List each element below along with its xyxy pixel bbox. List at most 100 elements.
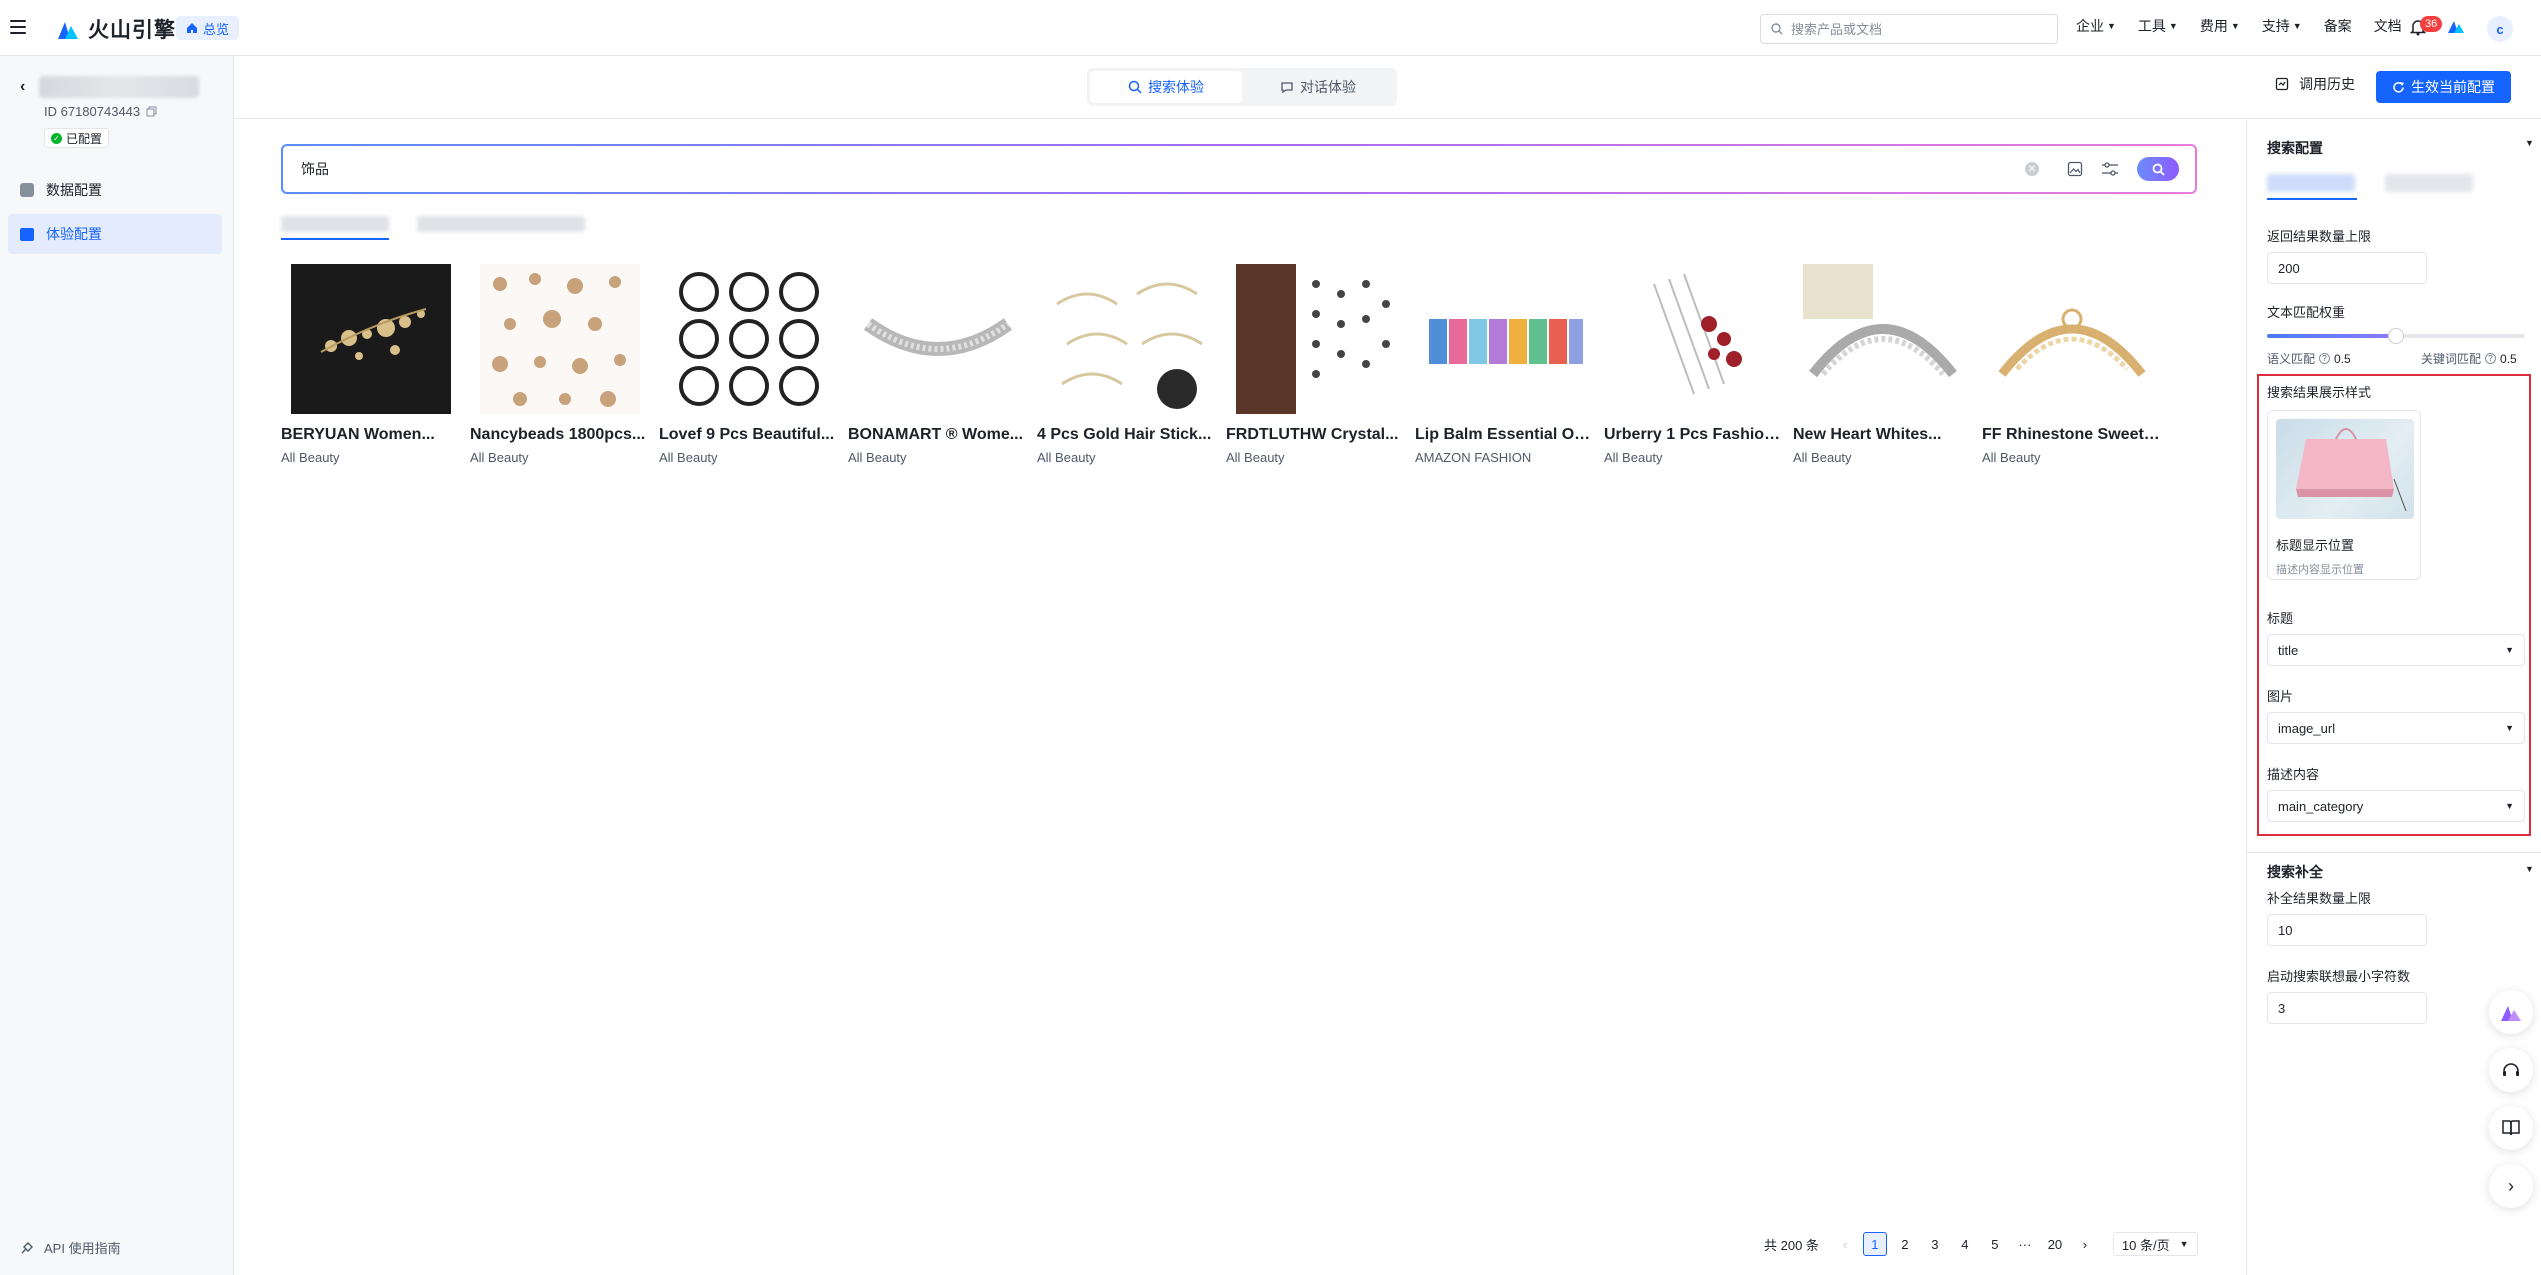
image-field-select[interactable]: image_url ▼ xyxy=(2267,712,2525,744)
page-button[interactable]: 4 xyxy=(1953,1232,1977,1256)
nav-billing[interactable]: 费用 ▼ xyxy=(2200,16,2240,36)
page-ellipsis[interactable]: ··· xyxy=(2013,1232,2037,1256)
copy-icon[interactable] xyxy=(146,106,157,117)
brand-logo[interactable]: 火山引擎 xyxy=(56,14,176,44)
docs-float-button[interactable] xyxy=(2489,1106,2533,1150)
config-tab-blurred-2[interactable] xyxy=(2385,174,2473,192)
product-card[interactable]: Urberry 1 Pcs Fashion... All Beauty xyxy=(1604,264,1793,465)
back-arrow-icon[interactable]: ‹ xyxy=(20,78,25,96)
overview-label: 总览 xyxy=(203,21,230,37)
product-card[interactable]: Lip Balm Essential Oil... AMAZON FASHION xyxy=(1415,264,1604,465)
nav-label: 文档 xyxy=(2373,18,2402,34)
page-button[interactable]: 5 xyxy=(1983,1232,2007,1256)
headset-icon xyxy=(2503,1063,2519,1076)
search-inner: ✕ xyxy=(283,146,2195,192)
total-count: 共 200 条 xyxy=(1764,1237,1819,1253)
nav-label: 备案 xyxy=(2323,18,2352,34)
nav-enterprise[interactable]: 企业 ▼ xyxy=(2076,16,2116,36)
nav-docs[interactable]: 文档 xyxy=(2374,16,2402,36)
product-card[interactable]: Nancybeads 1800pcs... All Beauty xyxy=(470,264,659,465)
next-page-button[interactable]: › xyxy=(2073,1232,2097,1256)
main-content: 搜索体验 对话体验 调用历史 生效当前配置 ✕ xyxy=(235,56,2541,1275)
tab-search-experience[interactable]: 搜索体验 xyxy=(1090,71,1242,103)
product-card[interactable]: BERYUAN Women... All Beauty xyxy=(281,264,470,465)
search-input[interactable] xyxy=(301,161,2025,177)
product-title: BONAMART ® Wome... xyxy=(848,426,1024,443)
clear-icon[interactable]: ✕ xyxy=(2025,162,2039,176)
product-grid: BERYUAN Women... All Beauty Nancybeads 1… xyxy=(281,264,2171,465)
search-submit-button[interactable] xyxy=(2137,157,2179,181)
product-card[interactable]: 4 Pcs Gold Hair Stick... All Beauty xyxy=(1037,264,1226,465)
product-image xyxy=(1992,264,2152,414)
help-icon[interactable]: ? xyxy=(2319,353,2331,364)
api-guide-link[interactable]: API 使用指南 xyxy=(20,1238,121,1257)
product-category: All Beauty xyxy=(1982,450,2041,465)
page-button[interactable]: 1 xyxy=(1862,1232,1887,1256)
collapse-icon[interactable]: ▼ xyxy=(2525,138,2534,148)
prev-page-button[interactable]: ‹ xyxy=(1833,1232,1857,1256)
title-field-select[interactable]: title ▼ xyxy=(2267,634,2525,666)
page-button[interactable]: 3 xyxy=(1923,1232,1947,1256)
product-card[interactable]: FRDTLUTHW Crystal... All Beauty xyxy=(1226,264,1415,465)
brand-name: 火山引擎 xyxy=(88,19,176,42)
chevron-down-icon: ▼ xyxy=(2505,645,2514,655)
page-size-select[interactable]: 10 条/页 ▼ xyxy=(2112,1232,2198,1256)
product-card[interactable]: FF Rhinestone Sweet ... All Beauty xyxy=(1982,264,2171,465)
apply-config-button[interactable]: 生效当前配置 xyxy=(2376,71,2511,103)
semantic-caption: 语义匹配 ? 0.5 xyxy=(2267,350,2351,367)
assistant-logo-icon[interactable] xyxy=(2447,18,2465,34)
nav-support[interactable]: 支持 ▼ xyxy=(2262,16,2302,36)
top-bar: 火山引擎 总览 企业▼ 工具▼ 费用▼ 支持▼ 备案 文档 36 c xyxy=(0,0,2541,56)
result-limit-input[interactable] xyxy=(2267,252,2427,284)
result-tab-blurred-2[interactable] xyxy=(417,216,585,232)
menu-icon[interactable] xyxy=(10,20,26,34)
product-image xyxy=(1425,264,1585,414)
page-button[interactable]: 2 xyxy=(1893,1232,1917,1256)
overview-button[interactable]: 总览 xyxy=(176,16,240,40)
book-icon xyxy=(2502,1120,2520,1136)
expand-float-button[interactable]: › xyxy=(2489,1164,2533,1208)
page-size-label: 10 条/页 xyxy=(2121,1237,2170,1253)
desc-field-label: 描述内容 xyxy=(2267,767,2320,782)
chevron-down-icon: ▼ xyxy=(2179,1239,2189,1249)
call-history-label: 调用历史 xyxy=(2299,76,2355,92)
desc-field-select[interactable]: main_category ▼ xyxy=(2267,790,2525,822)
help-icon[interactable]: ? xyxy=(2485,353,2497,364)
call-history-button[interactable]: 调用历史 xyxy=(2275,74,2355,94)
image-search-icon[interactable] xyxy=(2067,161,2083,177)
result-tab-blurred-1[interactable] xyxy=(281,216,389,232)
product-card[interactable]: BONAMART ® Wome... All Beauty xyxy=(848,264,1037,465)
page-button[interactable]: 20 xyxy=(2043,1232,2067,1256)
search-icon xyxy=(1128,80,1142,94)
completion-title: 搜索补全 xyxy=(2267,864,2323,880)
nav-filing[interactable]: 备案 xyxy=(2324,16,2352,36)
chevron-down-icon: ▼ xyxy=(2292,21,2302,31)
min-chars-input[interactable] xyxy=(2267,992,2427,1024)
global-search-input[interactable] xyxy=(1791,21,2031,37)
nav-tools[interactable]: 工具 ▼ xyxy=(2138,16,2178,36)
title-field-value: title xyxy=(2278,642,2299,658)
nav-label: 费用 xyxy=(2199,18,2228,34)
product-card[interactable]: New Heart Whites... All Beauty xyxy=(1793,264,1982,465)
sidebar-item-experience-config[interactable]: 体验配置 xyxy=(8,214,222,254)
chevron-down-icon: ▼ xyxy=(2505,801,2514,811)
global-search[interactable] xyxy=(1760,14,2058,44)
filter-settings-icon[interactable] xyxy=(2101,161,2119,177)
weight-slider-thumb[interactable] xyxy=(2388,328,2404,344)
support-float-button[interactable] xyxy=(2489,1048,2533,1092)
min-chars-label: 启动搜索联想最小字符数 xyxy=(2267,969,2411,984)
product-title: FRDTLUTHW Crystal... xyxy=(1226,426,1399,443)
collapse-icon[interactable]: ▼ xyxy=(2525,864,2534,874)
assistant-float-button[interactable] xyxy=(2489,990,2533,1034)
completion-limit-input[interactable] xyxy=(2267,914,2427,946)
result-style-preview[interactable]: 标题显示位置 描述内容显示位置 xyxy=(2267,410,2421,580)
weight-slider[interactable] xyxy=(2267,328,2525,344)
product-card[interactable]: Lovef 9 Pcs Beautiful... All Beauty xyxy=(659,264,848,465)
preview-title: 标题显示位置 xyxy=(2276,538,2355,553)
nav-label: 企业 xyxy=(2076,18,2104,34)
chevron-down-icon: ▼ xyxy=(2505,723,2514,733)
tab-chat-experience[interactable]: 对话体验 xyxy=(1242,71,1394,103)
avatar[interactable]: c xyxy=(2487,16,2513,42)
sidebar-item-data-config[interactable]: 数据配置 xyxy=(8,170,222,210)
config-tab-blurred-1[interactable] xyxy=(2267,174,2355,192)
